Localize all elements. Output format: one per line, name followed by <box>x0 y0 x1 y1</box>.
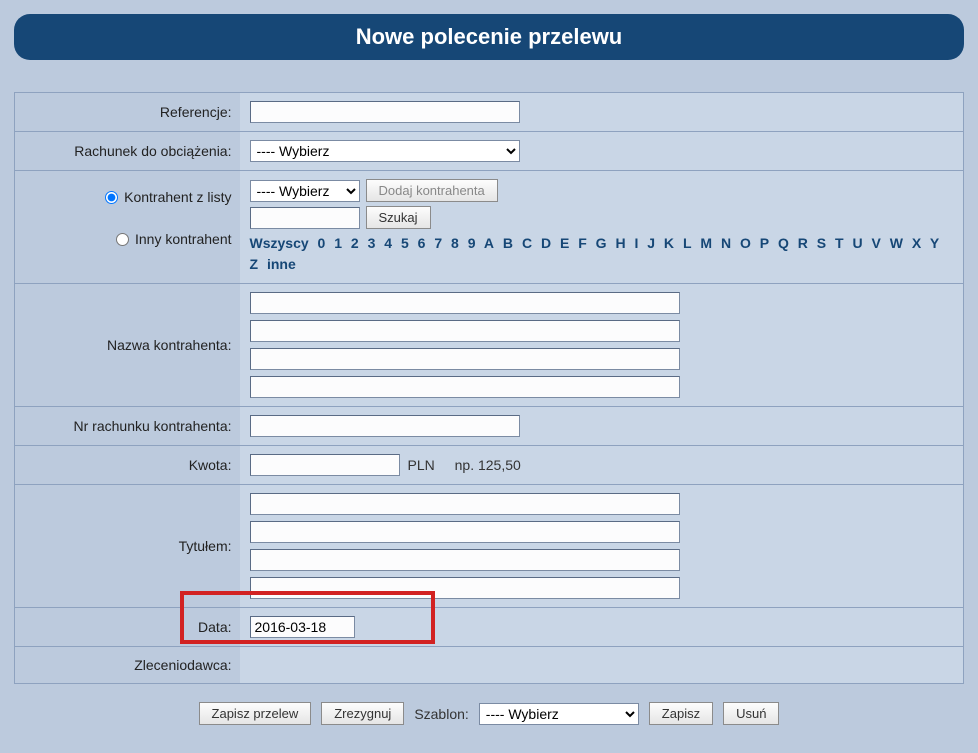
alpha-link[interactable]: M <box>700 235 712 251</box>
alpha-link[interactable]: J <box>647 235 655 251</box>
usun-button[interactable]: Usuń <box>723 702 779 725</box>
transfer-form: Referencje: Rachunek do obciążenia: ----… <box>14 92 964 684</box>
label-nazwa: Nazwa kontrahenta: <box>15 284 240 407</box>
alpha-link[interactable]: inne <box>267 256 296 272</box>
alpha-link[interactable]: O <box>740 235 751 251</box>
alpha-link[interactable]: Wszyscy <box>250 235 309 251</box>
alpha-link[interactable]: I <box>634 235 638 251</box>
zapisz-button[interactable]: Zapisz <box>649 702 713 725</box>
nazwa-input-3[interactable] <box>250 348 680 370</box>
rachunek-select[interactable]: ---- Wybierz <box>250 140 520 162</box>
alpha-link[interactable]: P <box>760 235 769 251</box>
footer-actions: Zapisz przelew Zrezygnuj Szablon: ---- W… <box>14 702 964 725</box>
alpha-link[interactable]: A <box>484 235 494 251</box>
label-data: Data: <box>15 608 240 647</box>
nr-rachunku-input[interactable] <box>250 415 520 437</box>
alpha-link[interactable]: 3 <box>368 235 376 251</box>
data-input[interactable] <box>250 616 355 638</box>
tytulem-input-4[interactable] <box>250 577 680 599</box>
szablon-label: Szablon: <box>414 706 468 722</box>
alpha-link[interactable]: 2 <box>351 235 359 251</box>
alpha-link[interactable]: G <box>596 235 607 251</box>
alpha-link[interactable]: B <box>503 235 513 251</box>
alpha-link[interactable]: N <box>721 235 731 251</box>
alpha-link[interactable]: 1 <box>334 235 342 251</box>
radio-inny-kontrahent[interactable] <box>116 233 129 246</box>
alpha-link[interactable]: X <box>912 235 921 251</box>
zapisz-przelew-button[interactable]: Zapisz przelew <box>199 702 312 725</box>
label-zleceniodawca: Zleceniodawca: <box>15 647 240 684</box>
dodaj-kontrahenta-button[interactable]: Dodaj kontrahenta <box>366 179 498 202</box>
tytulem-input-3[interactable] <box>250 549 680 571</box>
alpha-link[interactable]: E <box>560 235 569 251</box>
alpha-link[interactable]: H <box>615 235 625 251</box>
tytulem-input-2[interactable] <box>250 521 680 543</box>
radio-kontrahent-lista[interactable] <box>105 191 118 204</box>
alpha-link[interactable]: K <box>664 235 674 251</box>
alpha-link[interactable]: 7 <box>434 235 442 251</box>
alpha-link[interactable]: R <box>798 235 808 251</box>
alpha-link[interactable]: T <box>835 235 844 251</box>
alpha-link[interactable]: C <box>522 235 532 251</box>
kontrahent-select[interactable]: ---- Wybierz <box>250 180 360 202</box>
alpha-link[interactable]: Y <box>930 235 939 251</box>
kwota-input[interactable] <box>250 454 400 476</box>
alpha-link[interactable]: F <box>578 235 587 251</box>
label-kwota: Kwota: <box>15 446 240 485</box>
zrezygnuj-button[interactable]: Zrezygnuj <box>321 702 404 725</box>
alpha-link[interactable]: 8 <box>451 235 459 251</box>
nazwa-input-1[interactable] <box>250 292 680 314</box>
alpha-link[interactable]: 9 <box>468 235 476 251</box>
alpha-link[interactable]: 0 <box>318 235 326 251</box>
nazwa-input-4[interactable] <box>250 376 680 398</box>
nazwa-input-2[interactable] <box>250 320 680 342</box>
kwota-hint: np. 125,50 <box>455 457 521 473</box>
page-title: Nowe polecenie przelewu <box>14 14 964 60</box>
label-tytulem: Tytułem: <box>15 485 240 608</box>
alpha-filter-links: Wszyscy 0 1 2 3 4 5 6 7 8 9 A B C D E F … <box>250 233 954 275</box>
zleceniodawca-value <box>240 647 964 684</box>
alpha-link[interactable]: L <box>683 235 692 251</box>
alpha-link[interactable]: S <box>817 235 826 251</box>
alpha-link[interactable]: Z <box>250 256 259 272</box>
alpha-link[interactable]: U <box>852 235 862 251</box>
alpha-link[interactable]: V <box>871 235 880 251</box>
referencje-input[interactable] <box>250 101 520 123</box>
kwota-currency: PLN <box>408 457 435 473</box>
tytulem-input-1[interactable] <box>250 493 680 515</box>
label-kontrahent-lista: Kontrahent z listy <box>124 189 231 205</box>
label-referencje: Referencje: <box>15 93 240 132</box>
label-nr-rachunku: Nr rachunku kontrahenta: <box>15 407 240 446</box>
kontrahent-search-input[interactable] <box>250 207 360 229</box>
alpha-link[interactable]: W <box>890 235 903 251</box>
label-inny-kontrahent: Inny kontrahent <box>135 231 232 247</box>
alpha-link[interactable]: 4 <box>384 235 392 251</box>
alpha-link[interactable]: 5 <box>401 235 409 251</box>
szukaj-button[interactable]: Szukaj <box>366 206 431 229</box>
alpha-link[interactable]: 6 <box>418 235 426 251</box>
label-rachunek: Rachunek do obciążenia: <box>15 132 240 171</box>
szablon-select[interactable]: ---- Wybierz <box>479 703 639 725</box>
alpha-link[interactable]: Q <box>778 235 789 251</box>
alpha-link[interactable]: D <box>541 235 551 251</box>
